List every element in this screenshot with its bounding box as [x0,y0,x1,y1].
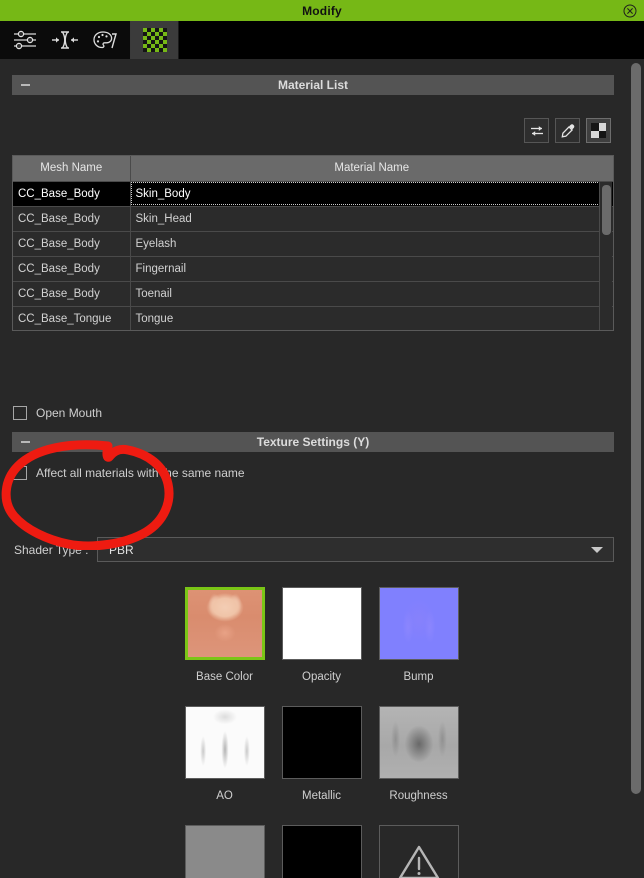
cell-material-name[interactable]: Fingernail [130,256,613,282]
cell-mesh-name[interactable]: CC_Base_Body [13,281,131,307]
texture-swatch [379,588,458,659]
cell-mesh-name[interactable]: CC_Base_Body [13,206,131,232]
minus-icon[interactable] [21,84,30,86]
tool-group [0,21,131,59]
column-header-mesh-name[interactable]: Mesh Name [13,156,131,182]
texture-settings-title: Texture Settings (Y) [256,435,370,449]
checkbox-label: Affect all materials with the same name [36,466,245,480]
shader-type-dropdown[interactable]: PBR [97,537,614,562]
cell-mesh-name[interactable]: CC_Base_Body [13,256,131,282]
texture-thumbnail[interactable] [184,825,265,878]
texture-swatch [282,588,361,659]
checkbox-open-mouth[interactable]: Open Mouth [13,406,102,420]
table-row[interactable]: CC_Base_Body Eyelash [13,231,613,257]
table-row[interactable]: CC_Base_Body Skin_Body [13,181,613,207]
warning-triangle-icon [398,845,439,878]
texture-swatch [282,707,361,778]
texture-swatch [379,707,458,778]
texture-channel-displacement[interactable]: Displacement [176,825,273,878]
texture-channel-label: Opacity [302,671,341,683]
palette-icon[interactable] [88,25,122,55]
shader-type-label: Shader Type : [14,543,89,557]
cell-material-name[interactable]: Skin_Body [130,181,613,207]
tab-strip [131,21,644,59]
checker-swatch-glyph [591,123,606,138]
texture-thumbnail[interactable] [378,706,459,779]
cell-mesh-name[interactable]: CC_Base_Body [13,231,131,257]
table-scrollbar[interactable] [599,182,612,330]
texture-channel-label: Metallic [302,790,341,802]
checkbox-label: Open Mouth [36,406,103,420]
texture-channel-opacity[interactable]: Opacity [273,587,370,706]
table-row[interactable]: CC_Base_Body Toenail [13,281,613,307]
texture-channel-grid: Base Color Opacity Bump AO Metallic Roughness… [176,587,467,878]
texture-channel-label: AO [216,790,233,802]
shader-type-value: PBR [109,542,134,557]
checkbox-affect-all-materials[interactable]: Affect all materials with the same name [13,466,245,480]
sliders-icon[interactable] [8,25,42,55]
texture-channel-blend[interactable]: Blend [370,825,467,878]
texture-channel-bump[interactable]: Bump [370,587,467,706]
texture-settings-section-header[interactable]: Texture Settings (Y) [12,432,614,452]
texture-thumbnail[interactable] [184,587,265,660]
minus-icon[interactable] [21,441,30,443]
window-title: Modify [302,3,342,18]
checker-swatch-icon[interactable] [586,118,611,143]
texture-channel-label: Base Color [196,671,253,683]
transfer-icon[interactable] [524,118,549,143]
page-scrollbar-thumb[interactable] [631,63,641,794]
texture-channel-base-color[interactable]: Base Color [176,587,273,706]
checkbox-box[interactable] [13,406,27,420]
texture-swatch [185,707,264,778]
texture-thumbnail[interactable] [378,587,459,660]
page-scrollbar[interactable] [628,59,644,878]
table-row[interactable]: CC_Base_Tongue Tongue [13,306,613,330]
cell-material-name[interactable]: Skin_Head [130,206,613,232]
cell-material-name[interactable]: Eyelash [130,231,613,257]
tab-strip-empty [179,21,644,59]
checker-icon [142,28,167,52]
material-tab[interactable] [131,21,179,59]
texture-thumbnail[interactable] [281,825,362,878]
fit-arrows-icon[interactable] [48,25,82,55]
texture-channel-glow[interactable]: Glow [273,825,370,878]
main-toolbar [0,21,644,59]
cell-mesh-name[interactable]: CC_Base_Body [13,181,131,207]
panel-body: Material List Mesh Name Material Name CC… [0,59,644,878]
texture-swatch [282,826,361,878]
chevron-down-icon[interactable] [591,546,603,553]
texture-thumbnail[interactable] [281,706,362,779]
material-table-inner: Mesh Name Material Name CC_Base_Body Skin… [13,156,613,330]
cell-material-name[interactable]: Toenail [130,281,613,307]
texture-channel-roughness[interactable]: Roughness [370,706,467,825]
close-icon[interactable] [623,4,637,18]
cell-mesh-name[interactable]: CC_Base_Tongue [13,306,131,330]
texture-swatch [187,590,262,657]
texture-channel-metallic[interactable]: Metallic [273,706,370,825]
window-titlebar: Modify [0,0,644,21]
material-action-buttons [524,118,611,143]
table-scrollbar-thumb[interactable] [602,185,611,235]
texture-channel-label: Bump [403,671,434,683]
column-header-material-name[interactable]: Material Name [130,156,613,182]
checkbox-box[interactable] [13,466,27,480]
texture-swatch [185,826,264,878]
eyedropper-icon[interactable] [555,118,580,143]
material-list-title: Material List [277,78,349,92]
table-row[interactable]: CC_Base_Body Skin_Head [13,206,613,232]
modify-panel-window: Modify Material List Mesh Name Material … [0,0,644,878]
material-list-section-header[interactable]: Material List [12,75,614,95]
material-table[interactable]: Mesh Name Material Name CC_Base_Body Skin… [12,155,614,331]
texture-channel-ao[interactable]: AO [176,706,273,825]
table-row[interactable]: CC_Base_Body Fingernail [13,256,613,282]
texture-thumbnail[interactable] [378,825,459,878]
texture-thumbnail[interactable] [184,706,265,779]
cell-material-name[interactable]: Tongue [130,306,613,330]
texture-channel-label: Roughness [389,790,448,802]
texture-thumbnail[interactable] [281,587,362,660]
table-header-row: Mesh Name Material Name [13,156,613,182]
